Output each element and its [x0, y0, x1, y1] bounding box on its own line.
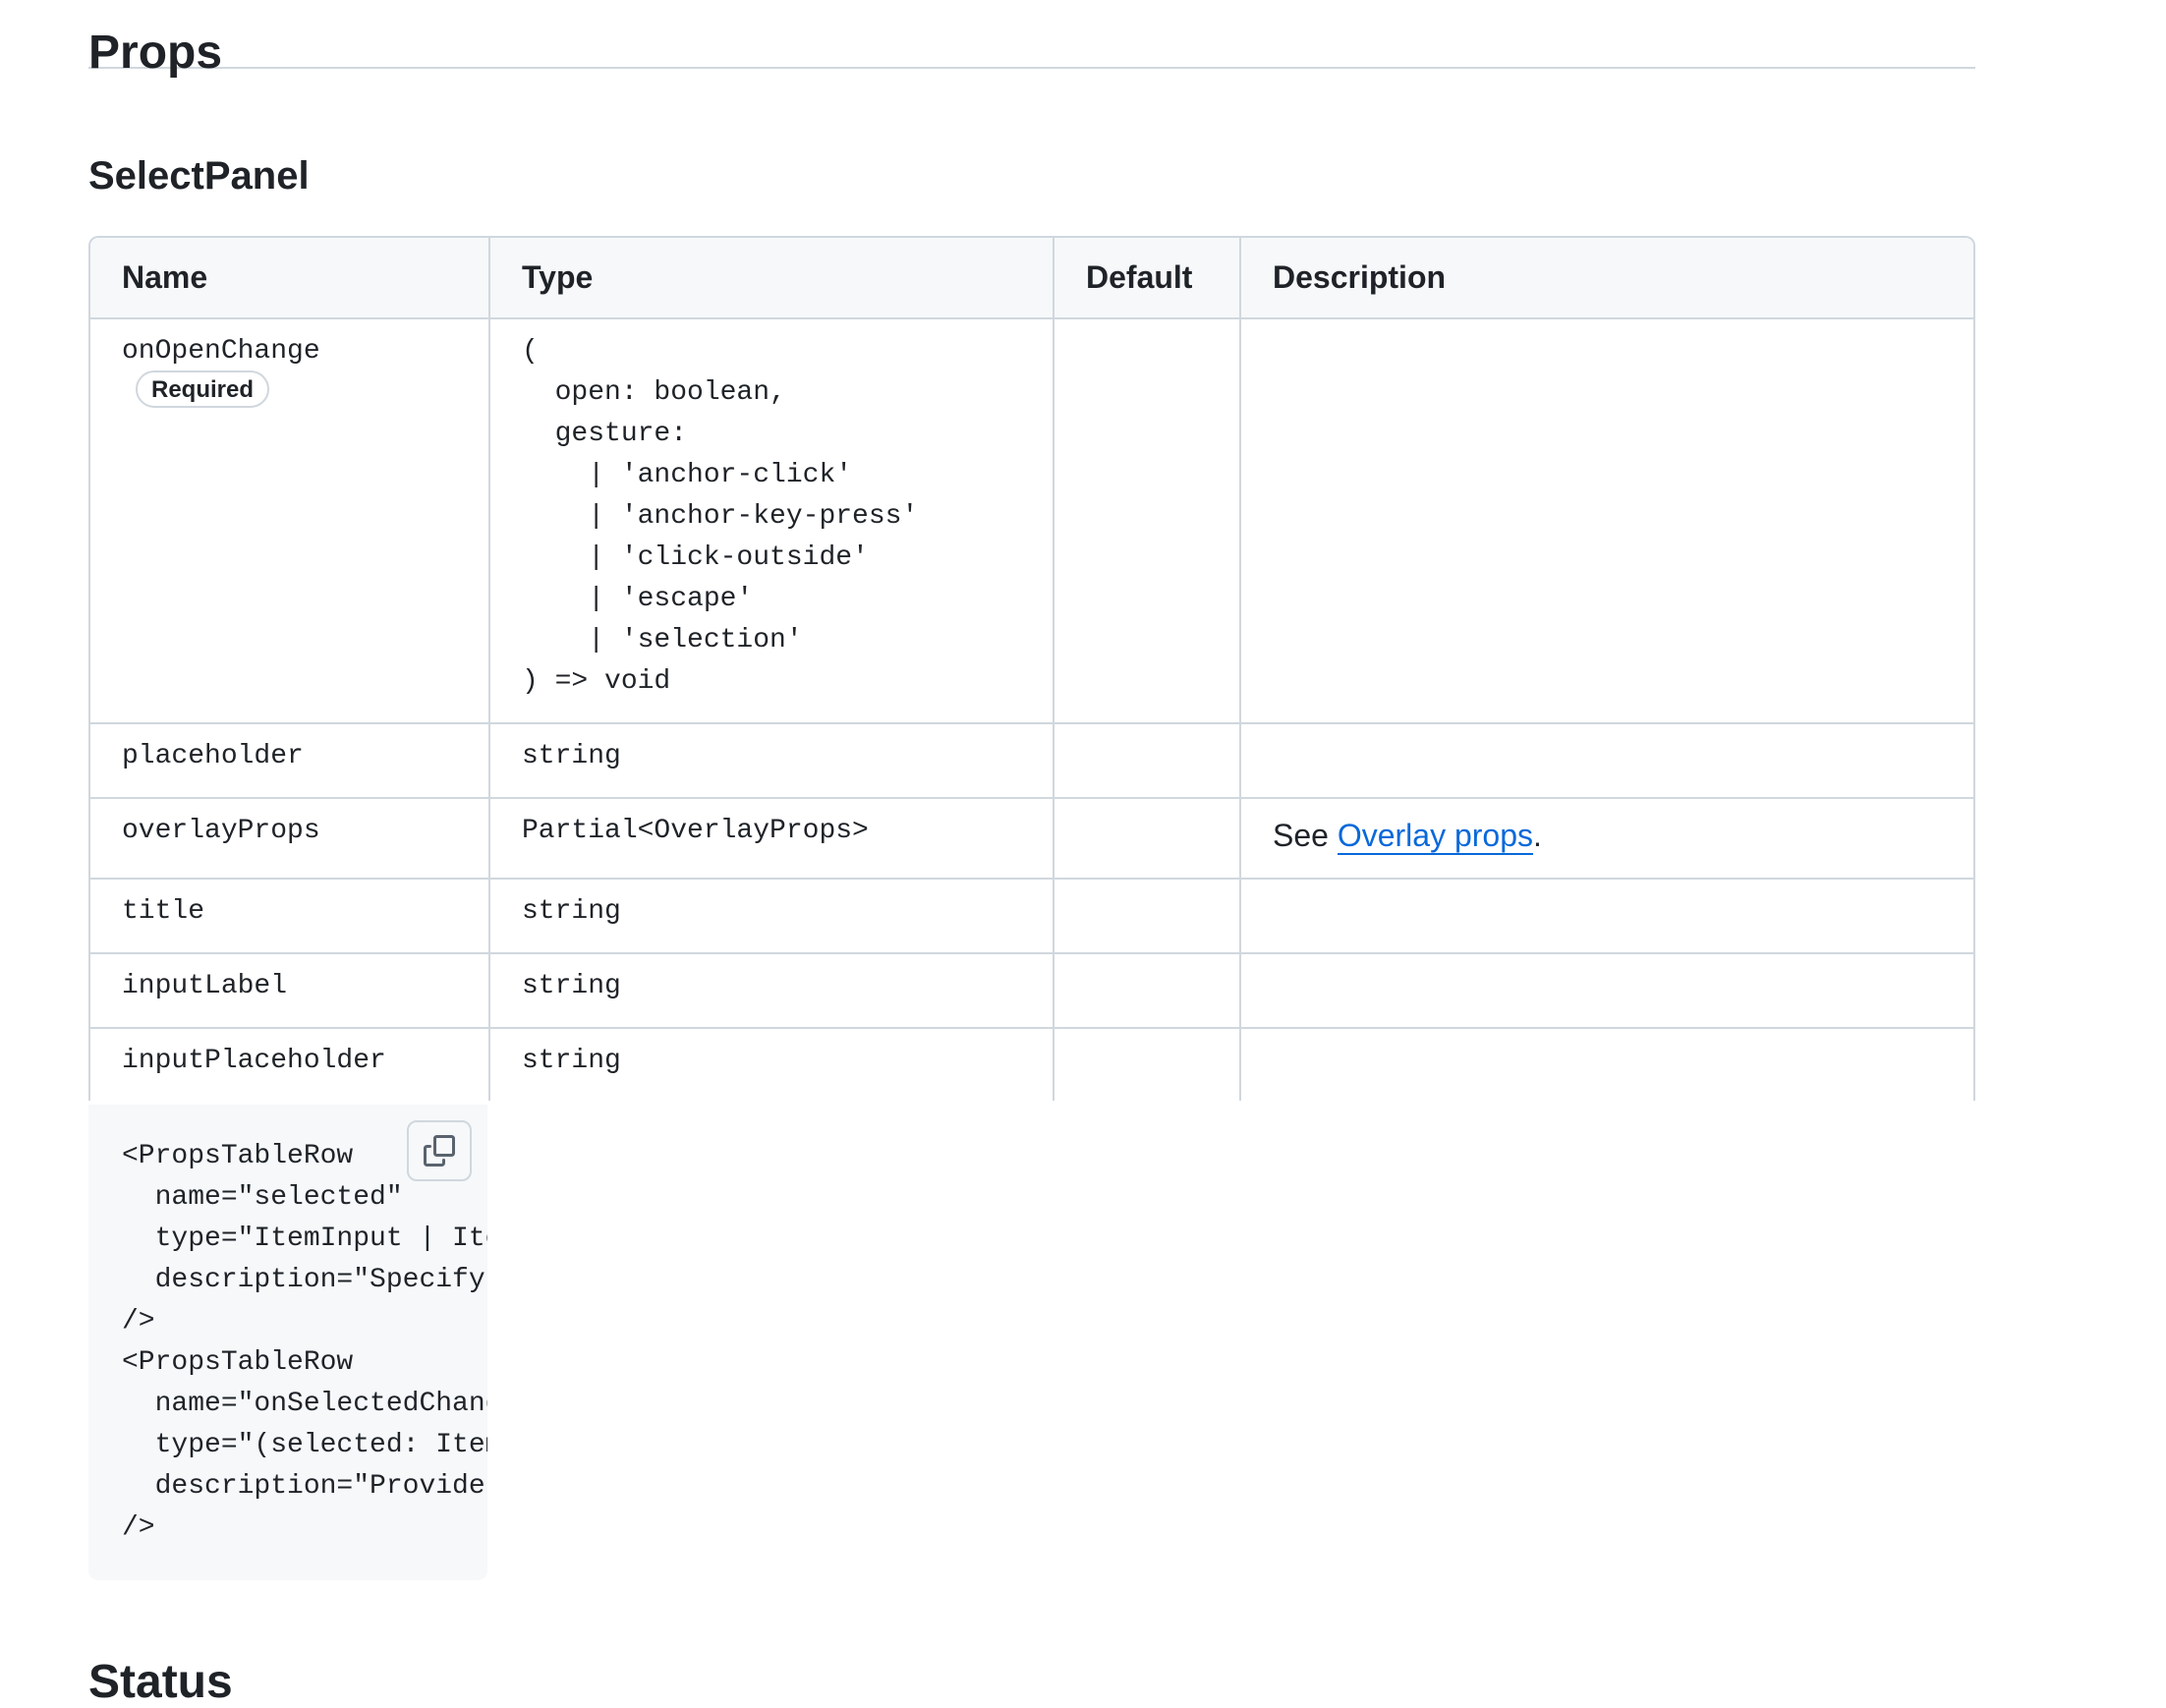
prop-name-cell: overlayProps	[90, 798, 490, 880]
description-suffix: .	[1533, 818, 1542, 853]
prop-description-cell	[1240, 1028, 1973, 1101]
prop-type-cell: string	[489, 953, 1054, 1029]
column-header-name: Name	[90, 238, 490, 319]
column-header-default: Default	[1054, 238, 1241, 319]
overlay-props-link[interactable]: Overlay props	[1337, 818, 1534, 855]
code-block: <PropsTableRow name="selected" type="Ite…	[88, 1105, 487, 1580]
prop-type-cell: string	[489, 879, 1054, 954]
column-header-type: Type	[489, 238, 1054, 319]
prop-name-cell: inputPlaceholder	[90, 1028, 490, 1101]
table-row: placeholder string	[90, 723, 1973, 799]
table-row: onOpenChangeRequired ( open: boolean, ge…	[90, 318, 1973, 724]
props-table-grid: Name Type Default Description onOpenChan…	[90, 238, 1973, 1101]
prop-default-cell	[1054, 1028, 1241, 1101]
copy-icon	[424, 1135, 455, 1167]
prop-default-cell	[1054, 798, 1241, 880]
prop-description-cell	[1240, 318, 1973, 724]
prop-description-cell	[1240, 953, 1973, 1029]
prop-name-cell: inputLabel	[90, 953, 490, 1029]
prop-type: ( open: boolean, gesture: | 'anchor-clic…	[522, 336, 919, 697]
prop-description-cell	[1240, 723, 1973, 799]
page-content: Props SelectPanel Name Type Default Desc…	[88, 0, 1975, 1708]
page-title: Props	[88, 0, 1975, 79]
column-header-description: Description	[1240, 238, 1973, 319]
table-row: inputPlaceholder string	[90, 1028, 1973, 1101]
prop-name: onOpenChange	[122, 336, 320, 367]
copy-button[interactable]	[407, 1120, 472, 1181]
prop-type-cell: ( open: boolean, gesture: | 'anchor-clic…	[489, 318, 1054, 724]
table-row: inputLabel string	[90, 953, 1973, 1029]
prop-default-cell	[1054, 879, 1241, 954]
prop-default-cell	[1054, 318, 1241, 724]
props-table: Name Type Default Description onOpenChan…	[88, 236, 1975, 1101]
prop-default-cell	[1054, 723, 1241, 799]
table-row: overlayProps Partial<OverlayProps> See O…	[90, 798, 1973, 880]
prop-type-cell: Partial<OverlayProps>	[489, 798, 1054, 880]
prop-name-cell: placeholder	[90, 723, 490, 799]
prop-default-cell	[1054, 953, 1241, 1029]
table-header-row: Name Type Default Description	[90, 238, 1973, 319]
prop-name-cell: title	[90, 879, 490, 954]
prop-description-cell: See Overlay props.	[1240, 798, 1973, 880]
next-section-heading: Status	[88, 1656, 233, 1708]
table-row: title string	[90, 879, 1973, 954]
section-title: SelectPanel	[88, 154, 310, 198]
description-prefix: See	[1273, 818, 1338, 853]
required-badge: Required	[136, 370, 270, 408]
prop-type-cell: string	[489, 1028, 1054, 1101]
prop-description-cell	[1240, 879, 1973, 954]
prop-type-cell: string	[489, 723, 1054, 799]
prop-name-cell: onOpenChangeRequired	[90, 318, 490, 724]
